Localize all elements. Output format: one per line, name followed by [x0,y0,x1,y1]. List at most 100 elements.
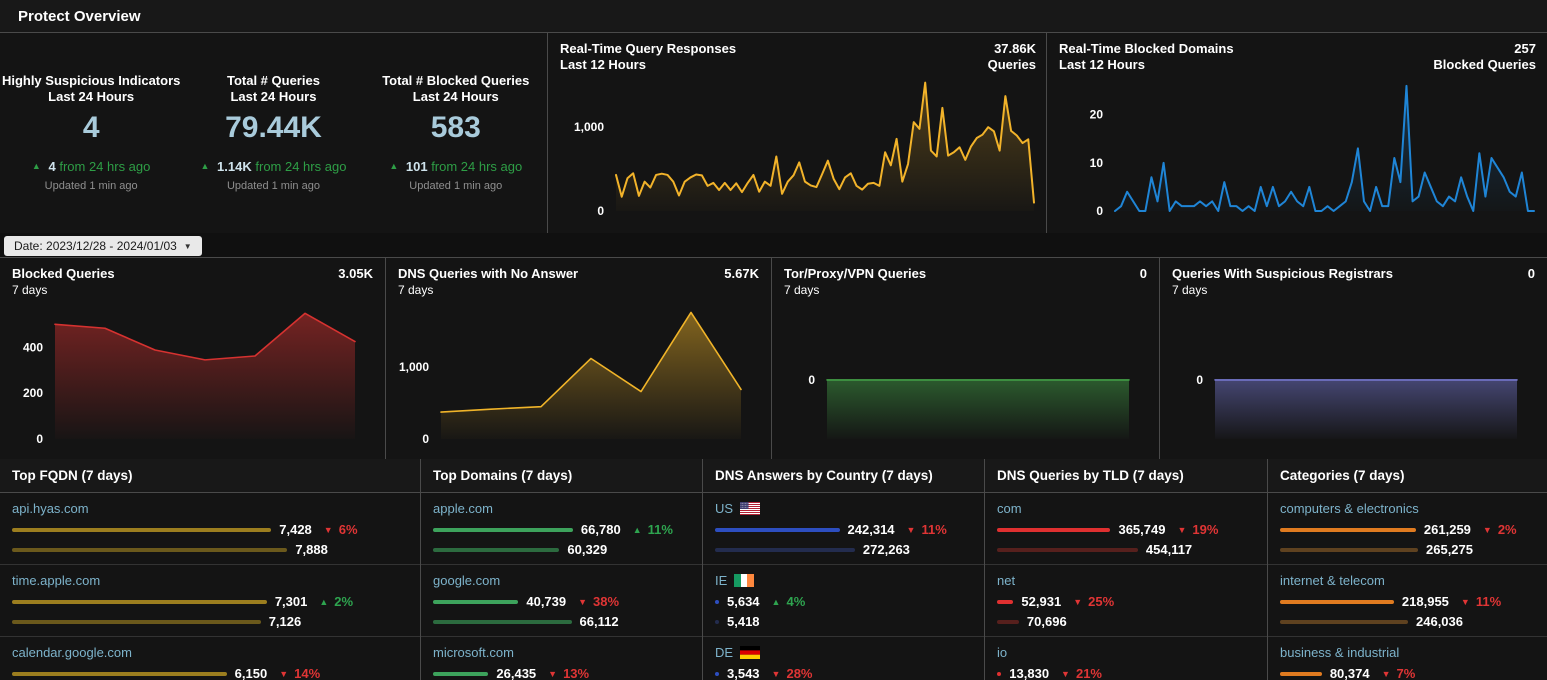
current-bar [433,600,518,604]
y-axis-tick: 1,000 [574,120,604,134]
current-period-row: 26,435 ▼ 13% [433,667,690,680]
chart-title: Queries With Suspicious Registrars [1172,266,1393,282]
us-flag-icon [740,502,760,515]
list-item: IE 5,634▲4% 5,418 [703,565,984,637]
y-axis-tick: 0 [597,204,604,218]
germany-flag-icon [740,646,760,659]
trend-down-icon: ▼ [1073,597,1082,607]
trend-down-icon: ▼ [1483,525,1492,535]
list-item: internet & telecom218,955▼11%246,036 [1268,565,1547,637]
current-bar [1280,600,1394,604]
y-axis-tick: 1,000 [399,360,429,374]
item-label-text: computers & electronics [1280,501,1419,516]
item-label: calendar.google.com [12,644,408,660]
kpi-updated: Updated 1 min ago [182,180,364,192]
change-percent: 13% [563,666,589,680]
chart-total-label: Blocked Queries [1433,57,1536,73]
previous-period-row: 70,696 [997,615,1255,628]
kpi-title-line1: Highly Suspicious Indicators [0,73,182,89]
previous-period-row: 5,418 [715,615,972,628]
previous-bar [1280,548,1418,552]
chart-total-value: 0 [1140,266,1147,281]
list-item: DE3,543▼28%4,923 [703,637,984,680]
item-label: US [715,500,972,516]
list-item: google.com40,739▼38%66,112 [421,565,702,637]
change-percent: 11% [1476,594,1501,609]
change-percent: 7% [1397,666,1416,680]
panel-title: Top FQDN (7 days) [0,459,420,493]
delta-up-icon: ▲ [389,161,398,171]
current-value: 40,739 [526,594,566,609]
item-label: microsoft.com [433,644,690,660]
previous-value: 7,126 [269,614,302,629]
previous-period-row: 66,112 [433,615,690,628]
change-percent: 38% [593,594,619,609]
item-label-text: US [715,501,733,516]
current-value: 218,955 [1402,594,1449,609]
previous-bar [12,620,261,624]
chart-total-value: 37.86K [988,41,1036,57]
y-axis-tick: 10 [1090,156,1104,170]
rtb-area-fill [1115,86,1534,211]
current-bar [715,528,840,532]
kpi-zone: Highly Suspicious Indicators Last 24 Hou… [0,33,548,233]
panel-title: Categories (7 days) [1268,459,1547,493]
current-value: 26,435 [496,666,536,680]
item-label: time.apple.com [12,572,408,588]
chart-subtitle: 7 days [784,282,926,298]
trend-down-icon: ▼ [772,669,781,679]
change-percent: 6% [339,522,358,537]
title-bar: Protect Overview [0,0,1547,33]
item-label: apple.com [433,500,690,516]
item-label: computers & electronics [1280,500,1535,516]
previous-value: 5,418 [727,614,760,629]
trend-down-icon: ▼ [578,597,587,607]
trend-up-icon: ▲ [633,525,642,535]
previous-value: 70,696 [1027,614,1067,629]
list-item: calendar.google.com6,150▼14%7,183 [0,637,420,680]
dns-answers-by-country-panel: DNS Answers by Country (7 days) US242,31… [703,459,985,680]
current-period-row: 5,634▲4% [715,595,972,608]
current-bar [997,600,1013,604]
current-period-row: 13,830▼21% [997,667,1255,680]
delta-text: from 24 hrs ago [255,159,346,174]
trend-down-icon: ▼ [907,525,916,535]
change-percent: 28% [786,666,812,680]
trend-down-icon: ▼ [324,525,333,535]
kpi-updated: Updated 1 min ago [365,180,547,192]
current-period-row: 52,931▼25% [997,595,1255,608]
previous-value: 265,275 [1426,542,1473,557]
kpi-delta: ▲ 1.14K from 24 hrs ago [182,159,364,174]
date-filter-dropdown[interactable]: Date: 2023/12/28 - 2024/01/03 ▼ [4,236,202,256]
list-item: com365,749▼19%454,117 [985,493,1267,565]
current-bar [12,672,227,676]
trend-up-icon: ▲ [772,597,781,607]
current-period-row: 40,739 ▼ 38% [433,595,690,608]
delta-up-icon: ▲ [32,161,41,171]
change-percent: 19% [1192,522,1218,537]
reg-area-fill [1215,380,1517,439]
panel-title: DNS Queries by TLD (7 days) [985,459,1267,493]
current-value: 52,931 [1021,594,1061,609]
kpi-value: 583 [365,111,547,145]
current-value: 80,374 [1330,666,1370,680]
chevron-down-icon: ▼ [184,242,192,251]
current-period-row: 3,543▼28% [715,667,972,680]
item-label: DE [715,644,972,660]
previous-value: 246,036 [1416,614,1463,629]
chart-title: Real-Time Blocked Domains [1059,41,1234,57]
current-period-row: 261,259▼2% [1280,523,1535,536]
chart-title: Tor/Proxy/VPN Queries [784,266,926,282]
current-period-row: 365,749▼19% [997,523,1255,536]
kpi-title-line1: Total # Queries [182,73,364,89]
list-item: io13,830▼21%17,429 [985,637,1267,680]
trend-down-icon: ▼ [548,669,557,679]
item-label-text: IE [715,573,727,588]
item-label: api.hyas.com [12,500,408,516]
y-axis-tick: 0 [422,432,429,446]
current-bar [1280,672,1322,676]
kpi-highly-suspicious: Highly Suspicious Indicators Last 24 Hou… [0,73,182,233]
item-label-text: business & industrial [1280,645,1399,660]
previous-bar [433,620,572,624]
realtime-query-responses-chart-panel: Real-Time Query Responses Last 12 Hours … [548,33,1047,233]
